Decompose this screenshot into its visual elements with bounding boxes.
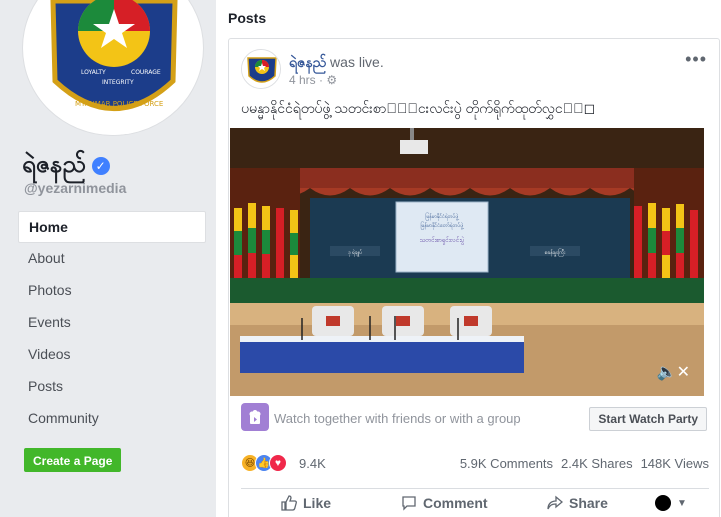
page-nav: Home About Photos Events Videos Posts Co… [18,211,206,435]
post-stats: 😆 👍 ♥ 9.4K 5.9K Comments 2.4K Shares 148… [241,452,709,476]
react-as-selector[interactable]: ▼ [655,495,687,511]
section-title: Posts [228,10,267,26]
page-handle[interactable]: @yezarnimedia [24,180,126,196]
svg-text:မြန်မာနိုင်ငံတော်ရဲတပ်ဖွဲ့: မြန်မာနိုင်ငံတော်ရဲတပ်ဖွဲ့ [421,222,465,229]
post-action-text: was live. [330,54,384,70]
post-card: ရဲဇနည် was live. 4 hrs · ⚙ ••• ပမန္မာနို… [228,38,720,517]
nav-item-photos[interactable]: Photos [18,275,206,307]
share-arrow-icon [547,495,563,510]
main-column: Posts ရဲဇနည် was live. 4 hrs · ⚙ ••• ပမန… [216,0,721,517]
watch-party-icon [241,403,269,431]
verified-badge-icon: ✓ [91,157,110,175]
share-button[interactable]: Share [547,495,608,511]
police-badge-icon [242,50,280,88]
profile-picture[interactable]: LOYALTY INTEGRITY COURAGE MYANMAR POLICE… [22,0,204,136]
comments-count[interactable]: 5.9K Comments [460,456,553,471]
svg-text:သတင်းစာရှင်းလင်းပွဲ: သတင်းစာရှင်းလင်းပွဲ [420,236,465,245]
nav-item-about[interactable]: About [18,243,206,275]
comment-button[interactable]: Comment [401,495,488,511]
mute-icon[interactable]: 🔈✕ [657,362,690,382]
post-timestamp[interactable]: 4 hrs · ⚙ [289,73,337,87]
reaction-icons[interactable]: 😆 👍 ♥ [241,454,287,472]
svg-text:ဒု ရဲချုပ်: ဒု ရဲချုပ် [348,250,362,256]
reaction-count[interactable]: 9.4K [299,456,326,471]
page-name[interactable]: ရဲဇနည် ✓ [22,148,110,184]
comment-icon [402,496,416,511]
svg-text:INTEGRITY: INTEGRITY [102,79,134,86]
post-text: ပမန္မာနိုင်ငံရဲတပ်ဖွဲ့ သတင်းစာ◻ျ်ငးလင်းပ… [241,100,596,116]
page-sidebar: LOYALTY INTEGRITY COURAGE MYANMAR POLICE… [0,0,216,517]
chevron-down-icon: ▼ [677,497,687,509]
police-badge-logo: LOYALTY INTEGRITY COURAGE MYANMAR POLICE… [28,0,200,135]
watch-party-bar: Watch together with friends or with a gr… [241,403,707,433]
create-page-button[interactable]: Create a Page [24,448,122,472]
post-actions: Like Comment Share ▼ [241,488,709,517]
thumbs-up-icon [281,495,297,511]
love-reaction-icon: ♥ [269,454,287,472]
popcorn-icon [249,410,261,424]
post-author-link[interactable]: ရဲဇနည် [289,54,326,70]
svg-text:COURAGE: COURAGE [131,69,161,76]
engagement-counts: 5.9K Comments 2.4K Shares 148K Views [460,456,709,471]
svg-text:မြန်မာနိုင်ငံရဲတပ်ဖွဲ့: မြန်မာနိုင်ငံရဲတပ်ဖွဲ့ [426,213,460,220]
page-avatar-dot [655,495,671,511]
views-count: 148K Views [640,456,709,471]
nav-item-community[interactable]: Community [18,403,206,435]
watch-party-text: Watch together with friends or with a gr… [274,411,521,426]
nav-item-posts[interactable]: Posts [18,371,206,403]
start-watch-party-button[interactable]: Start Watch Party [589,407,707,431]
live-video-player[interactable]: မြန်မာနိုင်ငံရဲတပ်ဖွဲ့ မြန်မာနိုင်ငံတော်… [230,128,704,396]
svg-text:LOYALTY: LOYALTY [81,69,106,76]
post-header: ရဲဇနည် was live. [289,53,384,74]
public-gear-icon: ⚙ [326,73,338,87]
video-frame: မြန်မာနိုင်ငံရဲတပ်ဖွဲ့ မြန်မာနိုင်ငံတော်… [230,128,704,396]
nav-item-videos[interactable]: Videos [18,339,206,371]
svg-text:MYANMAR POLICE FORCE: MYANMAR POLICE FORCE [75,100,163,108]
nav-item-events[interactable]: Events [18,307,206,339]
svg-text:စခန်းမှူးကြီး: စခန်းမှူးကြီး [545,249,566,256]
post-author-avatar[interactable] [241,49,281,89]
like-button[interactable]: Like [281,495,331,511]
page-name-text[interactable]: ရဲဇနည် [22,148,86,184]
shares-count[interactable]: 2.4K Shares [561,456,633,471]
more-options-icon[interactable]: ••• [685,49,707,70]
nav-item-home[interactable]: Home [18,211,206,243]
